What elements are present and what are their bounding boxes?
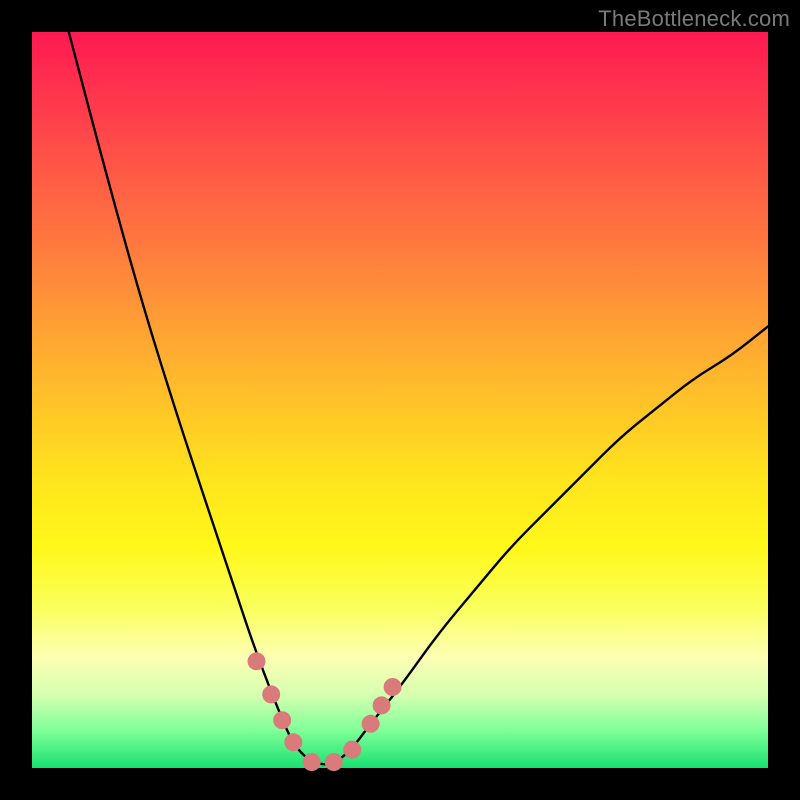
marker-group [248, 652, 402, 771]
marker-dot [325, 753, 343, 771]
marker-dot [343, 741, 361, 759]
marker-dot [362, 715, 380, 733]
marker-dot [384, 678, 402, 696]
marker-dot [262, 685, 280, 703]
chart-frame: TheBottleneck.com [0, 0, 800, 800]
curve-svg [32, 32, 768, 768]
marker-dot [248, 652, 266, 670]
marker-dot [303, 753, 321, 771]
plot-area [32, 32, 768, 768]
marker-dot [284, 733, 302, 751]
watermark-text: TheBottleneck.com [598, 6, 790, 32]
marker-dot [273, 711, 291, 729]
bottleneck-curve [69, 32, 768, 764]
marker-dot [373, 696, 391, 714]
